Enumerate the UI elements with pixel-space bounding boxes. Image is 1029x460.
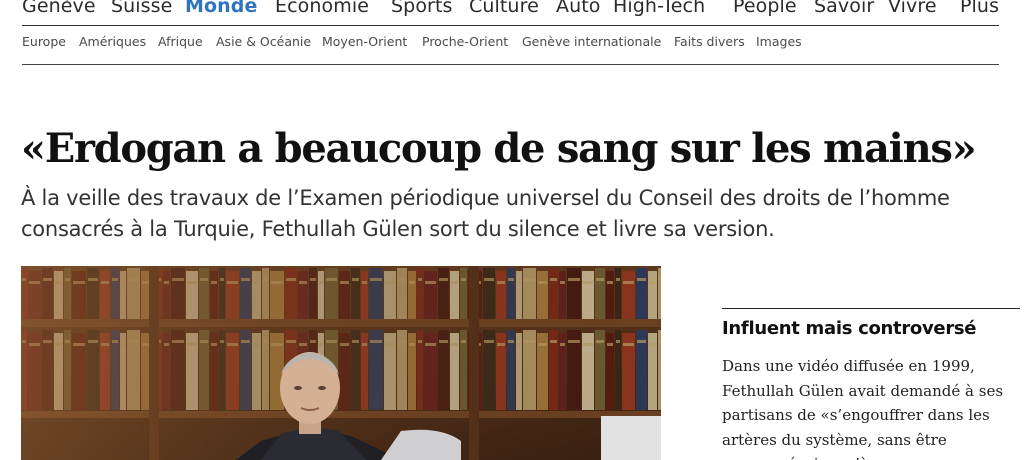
subnav-item-faits-divers[interactable]: Faits divers: [674, 34, 745, 49]
subnav-item-moyen-orient[interactable]: Moyen-Orient: [322, 34, 407, 49]
subnav-item-europe[interactable]: Europe: [22, 34, 66, 49]
nav-item-suisse[interactable]: Suisse: [111, 0, 172, 17]
subnav-item-ameriques[interactable]: Amériques: [79, 34, 146, 49]
nav-item-monde[interactable]: Monde: [185, 0, 257, 17]
article-photo[interactable]: [21, 266, 661, 460]
nav-item-auto[interactable]: Auto: [556, 0, 601, 17]
sub-nav: Europe Amériques Afrique Asie & Océanie …: [22, 34, 922, 52]
subnav-item-asie-oceanie[interactable]: Asie & Océanie: [216, 34, 311, 49]
nav-item-economie[interactable]: Economie: [275, 0, 369, 17]
article-lead: À la veille des travaux de l’Examen péri…: [21, 183, 1021, 245]
aside-divider: [722, 308, 1020, 309]
nav-item-plus[interactable]: Plus: [960, 0, 999, 17]
subnav-item-proche-orient[interactable]: Proche-Orient: [422, 34, 508, 49]
nav-divider-top: [22, 25, 999, 26]
aside-text: Dans une vidéo diffusée en 1999, Fethull…: [722, 357, 1004, 460]
nav-item-sports[interactable]: Sports: [391, 0, 453, 17]
article-lead-line-1: À la veille des travaux de l’Examen péri…: [21, 186, 950, 210]
article-headline: «Erdogan a beaucoup de sang sur les main…: [21, 125, 977, 172]
nav-item-culture[interactable]: Culture: [469, 0, 539, 17]
nav-divider-bottom: [22, 64, 999, 65]
nav-item-savoir[interactable]: Savoir: [814, 0, 874, 17]
nav-item-high-tech[interactable]: High-Tech: [613, 0, 705, 17]
nav-item-vivre[interactable]: Vivre: [888, 0, 937, 17]
article-lead-line-2: consacrés à la Turquie, Fethullah Gülen …: [21, 217, 775, 241]
main-nav: Genève Suisse Monde Economie Sports Cult…: [22, 0, 1000, 19]
subnav-item-images[interactable]: Images: [756, 34, 802, 49]
nav-item-people[interactable]: People: [733, 0, 797, 17]
subnav-item-afrique[interactable]: Afrique: [158, 34, 203, 49]
subnav-item-geneve-internationale[interactable]: Genève internationale: [522, 34, 661, 49]
nav-item-geneve[interactable]: Genève: [22, 0, 96, 17]
bookshelf-portrait-image: [21, 266, 661, 460]
aside-title: Influent mais controversé: [722, 318, 977, 339]
